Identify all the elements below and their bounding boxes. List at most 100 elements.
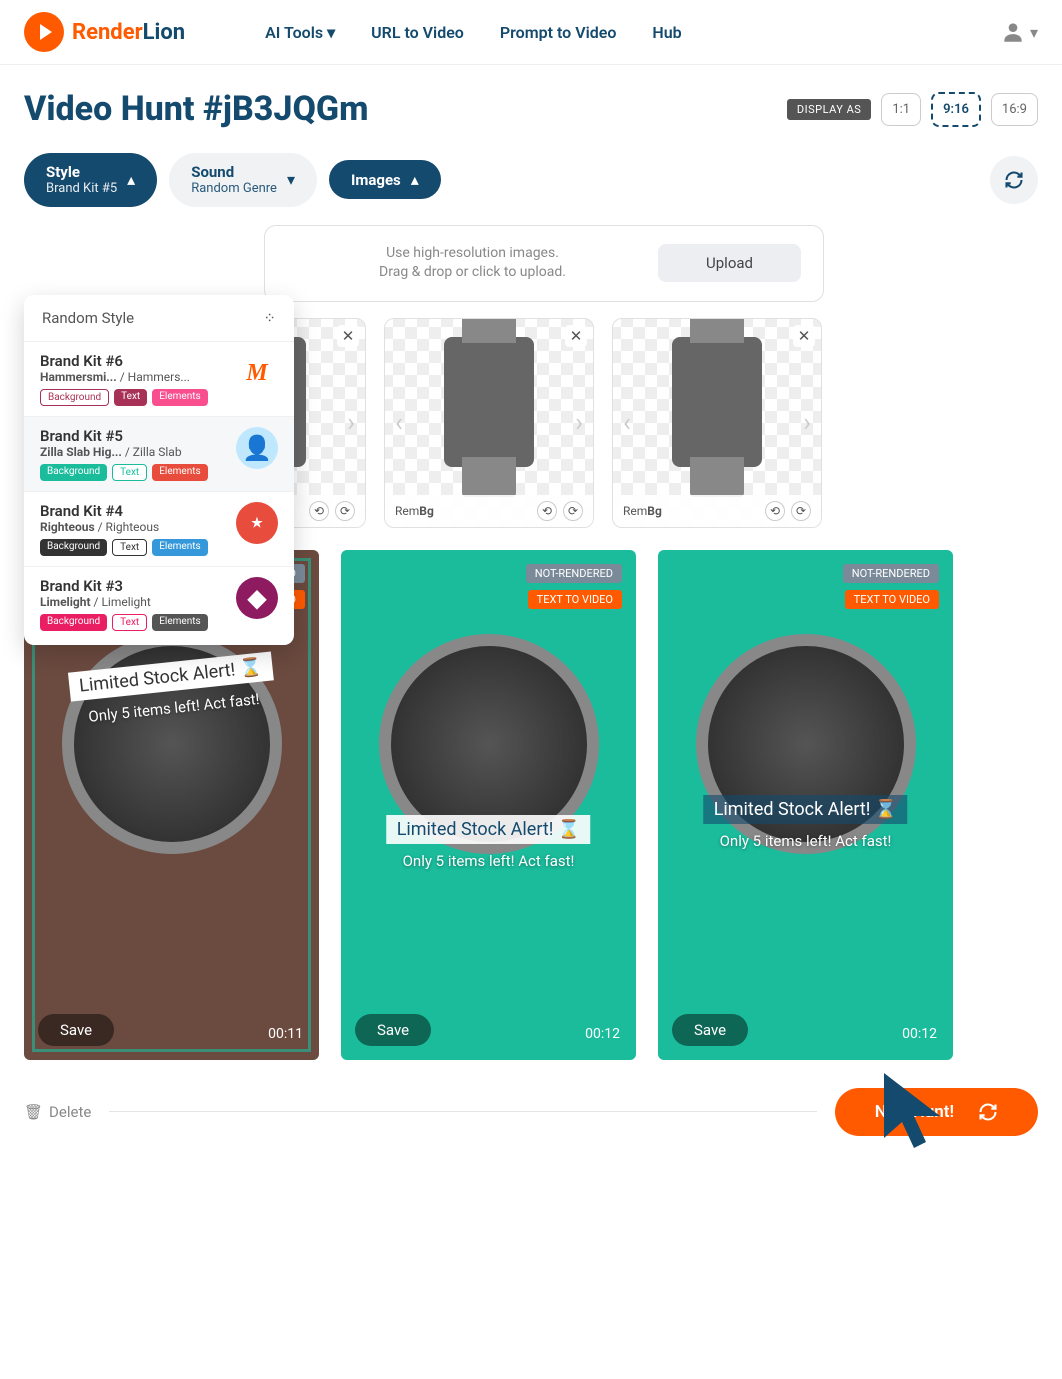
nav-hub[interactable]: Hub	[652, 23, 681, 42]
badge-text-to-video: TEXT TO VIDEO	[845, 590, 939, 609]
tag-text: Text	[112, 614, 147, 631]
logo-lion: Lion	[143, 20, 185, 45]
next-icon[interactable]: ›	[797, 408, 817, 438]
ratio-9-16[interactable]: 9:16	[931, 92, 981, 127]
next-icon[interactable]: ›	[341, 408, 361, 438]
style-dropdown: Random Style ⁘ Brand Kit #6 Hammersmi...…	[24, 295, 294, 645]
logo-icon	[24, 12, 64, 52]
tag-elements: Elements	[152, 539, 207, 556]
rembg-label: RemBg	[395, 504, 434, 518]
rotate-icon[interactable]: ⟲	[309, 501, 329, 521]
tag-background: Background	[40, 614, 107, 631]
rembg-label: RemBg	[623, 504, 662, 518]
nav-ai-tools-label: AI Tools	[265, 23, 323, 42]
tag-background: Background	[40, 539, 107, 556]
rotate-icon[interactable]: ⟲	[765, 501, 785, 521]
close-icon[interactable]: ✕	[565, 325, 587, 347]
dd-title: Brand Kit #3	[40, 577, 226, 595]
ratio-16-9[interactable]: 16:9	[991, 93, 1038, 126]
nav-prompt-to-video[interactable]: Prompt to Video	[500, 23, 617, 42]
images-label: Images	[351, 171, 401, 189]
display-as-label: DISPLAY AS	[787, 99, 871, 120]
nav-ai-tools[interactable]: AI Tools ▾	[265, 23, 335, 42]
close-icon[interactable]: ✕	[793, 325, 815, 347]
delete-label: Delete	[49, 1103, 91, 1121]
watch-image	[672, 337, 762, 467]
save-button[interactable]: Save	[672, 1014, 748, 1046]
brandkit-thumb: 👤	[236, 427, 278, 469]
ratio-1-1[interactable]: 1:1	[881, 93, 921, 126]
brandkit-thumb: M	[236, 352, 278, 394]
save-button[interactable]: Save	[355, 1014, 431, 1046]
upload-box[interactable]: Use high-resolution images. Drag & drop …	[264, 225, 824, 302]
overlay-title: Limited Stock Alert! ⌛	[387, 815, 591, 844]
user-menu[interactable]: ▾	[1000, 19, 1038, 45]
upload-line1: Use high-resolution images.	[287, 244, 658, 264]
next-icon[interactable]: ›	[569, 408, 589, 438]
dd-fonts: Hammersmi... / Hammers...	[40, 370, 226, 384]
dd-fonts: Righteous / Righteous	[40, 520, 226, 534]
overlay-title: Limited Stock Alert! ⌛	[704, 795, 908, 824]
refresh-icon[interactable]: ⟳	[335, 501, 355, 521]
title-row: Video Hunt #jB3JQGm DISPLAY AS 1:1 9:16 …	[24, 89, 1038, 129]
divider	[109, 1111, 816, 1112]
prev-icon[interactable]: ‹	[617, 408, 637, 438]
images-pill[interactable]: Images ▴	[329, 160, 441, 199]
main: Video Hunt #jB3JQGm DISPLAY AS 1:1 9:16 …	[0, 65, 1062, 1160]
badge-not-rendered: NOT-RENDERED	[526, 564, 622, 583]
close-icon[interactable]: ✕	[337, 325, 359, 347]
tag-elements: Elements	[152, 614, 207, 631]
tag-background: Background	[40, 389, 109, 406]
tag-text: Text	[112, 464, 147, 481]
tag-elements: Elements	[152, 389, 207, 406]
sound-pill[interactable]: Sound Random Genre ▾	[169, 153, 317, 207]
save-button[interactable]: Save	[38, 1014, 114, 1046]
tag-text: Text	[112, 539, 147, 556]
refresh-button[interactable]	[990, 156, 1038, 204]
style-pill[interactable]: Style Brand Kit #5 ▴	[24, 153, 157, 207]
duration: 00:12	[902, 1026, 937, 1042]
controls-row: Style Brand Kit #5 ▴ Sound Random Genre …	[24, 153, 1038, 207]
result-card[interactable]: NOT-RENDERED TEXT TO VIDEO Limited Stock…	[658, 550, 953, 1060]
refresh-icon[interactable]: ⟳	[791, 501, 811, 521]
dropdown-random-style[interactable]: Random Style ⁘	[24, 295, 294, 341]
logo-render: Render	[72, 20, 143, 45]
tag-background: Background	[40, 464, 107, 481]
dropdown-item-brandkit3[interactable]: Brand Kit #3 Limelight / Limelight Backg…	[24, 566, 294, 641]
brandkit-thumb: ★	[236, 502, 278, 544]
upload-text: Use high-resolution images. Drag & drop …	[287, 244, 658, 283]
refresh-icon[interactable]: ⟳	[563, 501, 583, 521]
image-thumb[interactable]: ✕ ‹ › RemBg ⟲ ⟳	[612, 318, 822, 528]
dd-fonts: Limelight / Limelight	[40, 595, 226, 609]
dd-title: Brand Kit #5	[40, 427, 226, 445]
chevron-up-icon: ▴	[127, 170, 135, 189]
watch-image	[444, 337, 534, 467]
logo[interactable]: RenderLion	[24, 12, 185, 52]
chevron-down-icon: ▾	[1030, 23, 1038, 42]
logo-text: RenderLion	[72, 20, 185, 45]
upload-button[interactable]: Upload	[658, 244, 801, 282]
image-thumb[interactable]: ✕ ‹ › RemBg ⟲ ⟳	[384, 318, 594, 528]
style-label: Style	[46, 163, 117, 181]
prev-icon[interactable]: ‹	[389, 408, 409, 438]
dropdown-item-brandkit5[interactable]: Brand Kit #5 Zilla Slab Hig... / Zilla S…	[24, 416, 294, 491]
refresh-icon	[978, 1102, 998, 1122]
dropdown-item-brandkit6[interactable]: Brand Kit #6 Hammersmi... / Hammers... B…	[24, 341, 294, 416]
dd-title: Brand Kit #6	[40, 352, 226, 370]
dd-fonts: Zilla Slab Hig... / Zilla Slab	[40, 445, 226, 459]
overlay-sub: Only 5 items left! Act fast!	[356, 852, 622, 870]
rotate-icon[interactable]: ⟲	[537, 501, 557, 521]
brandkit-thumb: ◆	[236, 577, 278, 619]
header: RenderLion AI Tools ▾ URL to Video Promp…	[0, 0, 1062, 65]
duration: 00:11	[268, 1026, 303, 1042]
sound-label: Sound	[191, 163, 277, 181]
dropdown-item-brandkit4[interactable]: Brand Kit #4 Righteous / Righteous Backg…	[24, 491, 294, 566]
upload-line2: Drag & drop or click to upload.	[287, 263, 658, 283]
style-value: Brand Kit #5	[46, 181, 117, 197]
nav-url-to-video[interactable]: URL to Video	[371, 23, 464, 42]
delete-button[interactable]: 🗑 Delete	[24, 1103, 91, 1121]
tag-text: Text	[114, 389, 147, 406]
result-card[interactable]: NOT-RENDERED TEXT TO VIDEO Limited Stock…	[341, 550, 636, 1060]
sound-value: Random Genre	[191, 181, 277, 197]
shuffle-icon: ⁘	[263, 309, 276, 327]
